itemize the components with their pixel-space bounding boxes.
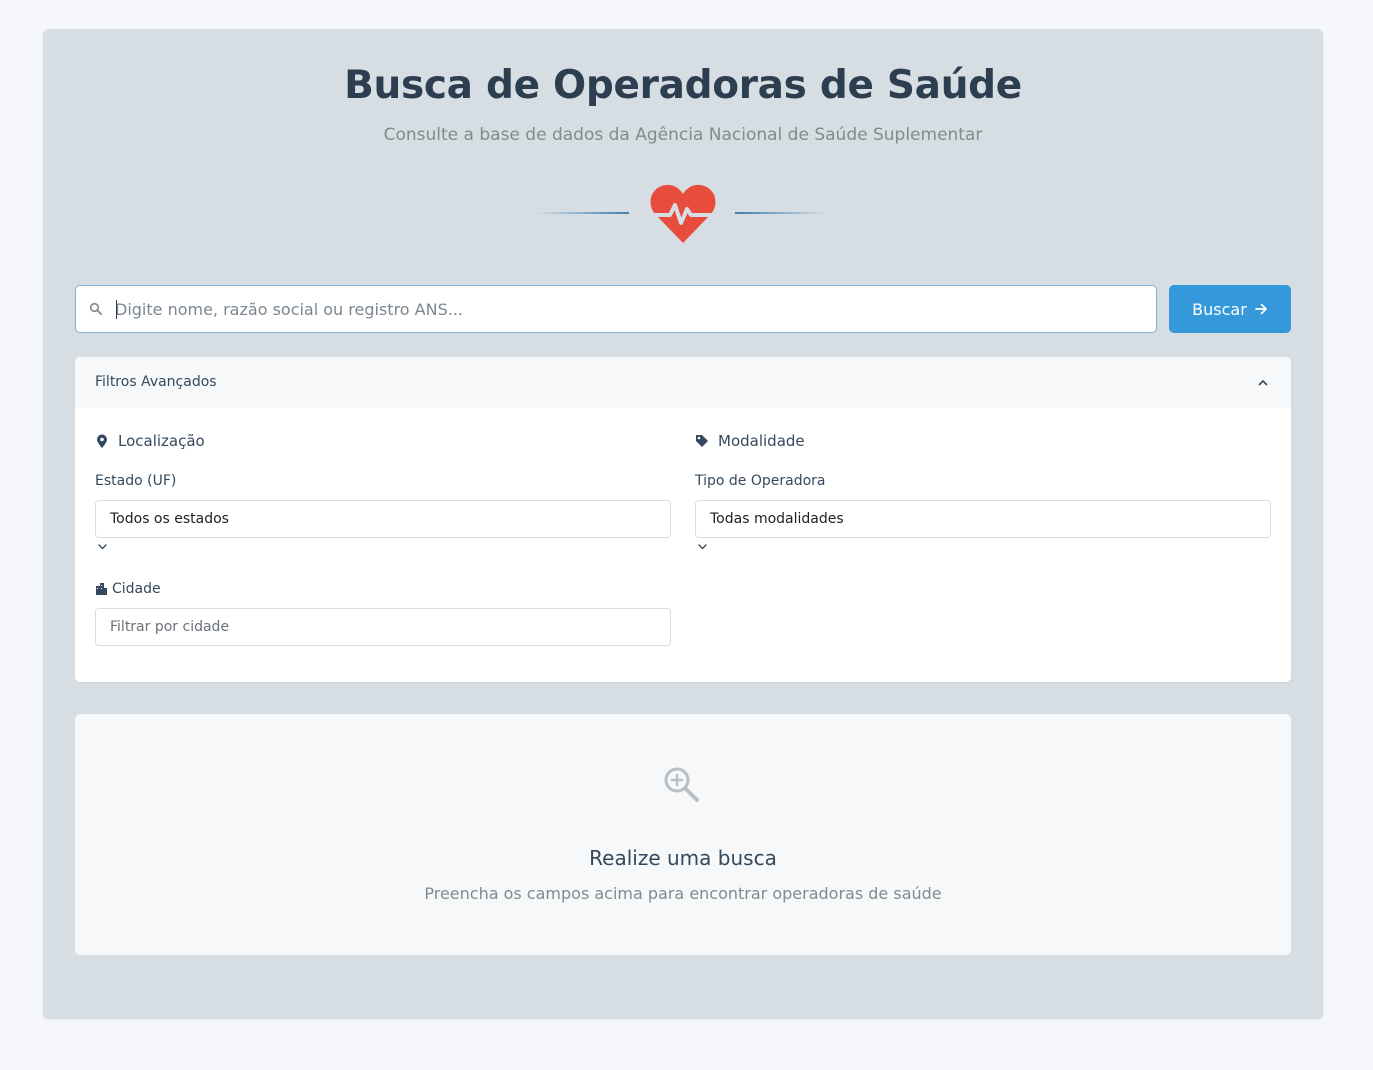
empty-state-title: Realize uma busca <box>589 846 777 870</box>
city-label-row: Cidade <box>95 581 161 597</box>
empty-state-card: Realize uma busca Preencha os campos aci… <box>75 714 1291 955</box>
chevron-down-icon <box>98 544 107 550</box>
search-input[interactable] <box>115 286 1145 332</box>
state-label: Estado (UF) <box>95 473 177 489</box>
operator-type-select[interactable]: Todas modalidades <box>695 500 1271 538</box>
advanced-filters-toggle[interactable]: Filtros Avançados <box>75 357 1291 408</box>
page-title: Busca de Operadoras de Saúde <box>344 63 1022 108</box>
page-subtitle: Consulte a base de dados da Agência Naci… <box>383 125 983 145</box>
modality-group-title: Modalidade <box>695 432 805 450</box>
text-caret <box>116 300 117 319</box>
chevron-down-icon <box>698 544 707 550</box>
advanced-filters-title: Filtros Avançados <box>95 374 217 390</box>
divider-right <box>735 212 827 214</box>
operator-type-label: Tipo de Operadora <box>695 473 826 489</box>
search-box <box>75 285 1157 333</box>
tag-icon <box>696 435 708 447</box>
search-icon <box>89 302 102 315</box>
location-group-title: Localização <box>95 432 205 450</box>
city-label: Cidade <box>112 581 161 597</box>
heart-pulse-icon <box>648 184 718 243</box>
divider-left <box>537 212 629 214</box>
advanced-filters-card: Filtros Avançados Localização Estado (UF… <box>75 357 1291 682</box>
modality-title: Modalidade <box>718 432 805 450</box>
search-button[interactable]: Buscar <box>1169 285 1291 333</box>
state-select[interactable]: Todos os estados <box>95 500 671 538</box>
arrow-right-icon <box>1254 303 1267 315</box>
search-button-label: Buscar <box>1192 299 1247 319</box>
city-input[interactable] <box>95 608 671 646</box>
location-title: Localização <box>118 432 205 450</box>
search-panel: Busca de Operadoras de Saúde Consulte a … <box>43 29 1323 1019</box>
zoom-in-icon <box>664 767 699 802</box>
empty-state-text: Preencha os campos acima para encontrar … <box>424 884 942 903</box>
chevron-up-icon <box>1258 380 1268 386</box>
map-pin-icon <box>97 434 107 448</box>
city-buildings-icon <box>96 583 107 595</box>
